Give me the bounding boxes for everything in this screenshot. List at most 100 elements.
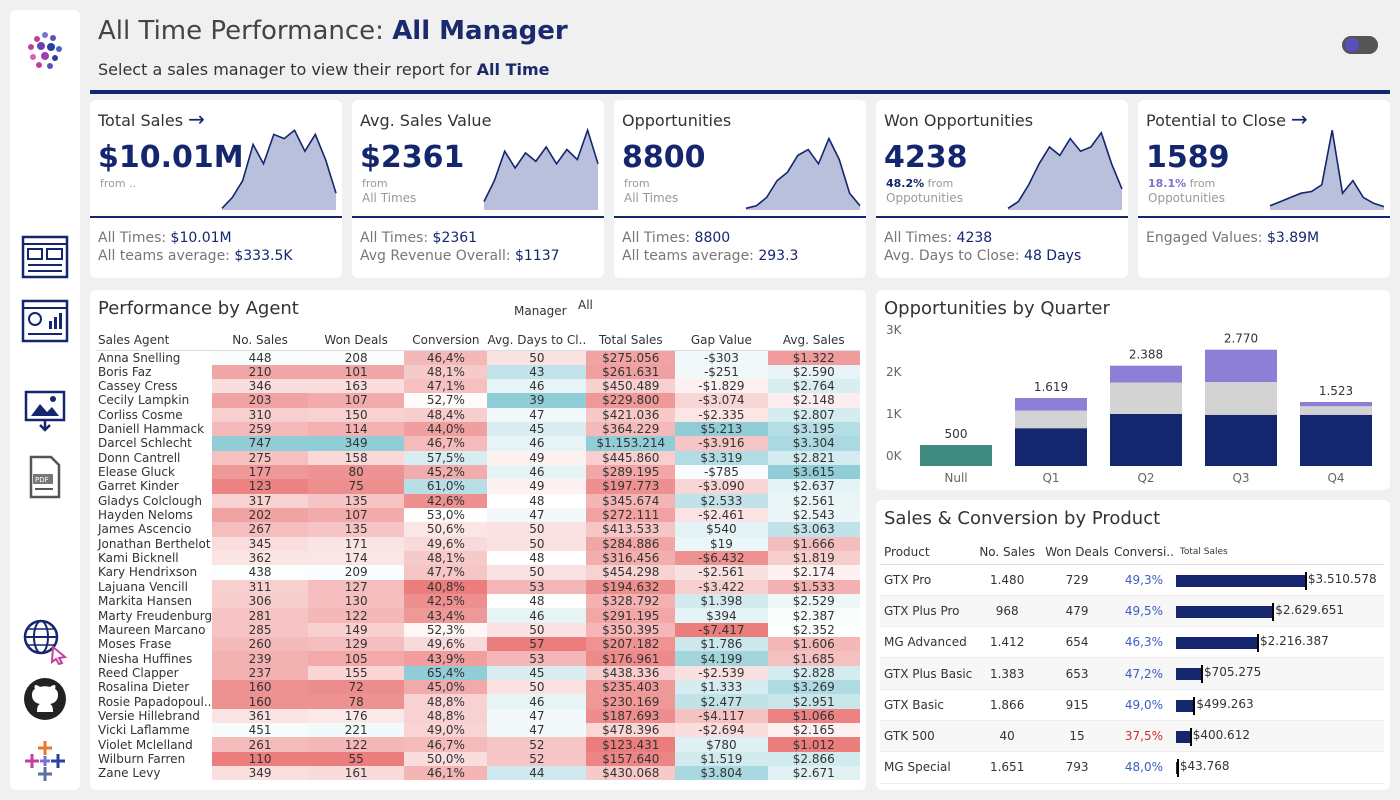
product-total-bar[interactable] bbox=[1175, 602, 1275, 621]
kpi-card: Total Sales → $10.01M from .. All Times:… bbox=[90, 100, 342, 278]
table-row[interactable]: MG Special 1.651 793 48,0% $43.768 bbox=[880, 751, 1384, 784]
logo-icon[interactable] bbox=[20, 26, 70, 76]
product-total-bar[interactable] bbox=[1175, 634, 1259, 653]
agent-name: Anna Snelling bbox=[98, 350, 181, 365]
table-row[interactable]: Daniell Hammack 259 114 44,0% 45 $364.229 $5.2… bbox=[96, 421, 860, 437]
product-total-bar[interactable] bbox=[1175, 727, 1192, 746]
bar-segment[interactable] bbox=[1300, 414, 1372, 466]
table-row[interactable]: Elease Gluck 177 80 45,2% 46 $289.195 -$785 $3.… bbox=[96, 464, 860, 480]
table-row[interactable]: Anna Snelling 448 208 46,4% 50 $275.056 -$303 $… bbox=[96, 350, 860, 365]
column-header[interactable]: Conversion bbox=[404, 330, 488, 351]
table-row[interactable]: Garret Kinder 123 75 61,0% 49 $197.773 -$3.090… bbox=[96, 479, 860, 494]
table-row[interactable]: MG Advanced 1.412 654 46,3% $2.216.387 bbox=[880, 626, 1384, 659]
dashboard-icon[interactable] bbox=[20, 232, 70, 282]
product-table: Product No. Sales Won Deals Conversi.. Total… bbox=[880, 540, 1384, 784]
table-row[interactable]: Wilburn Farren 110 55 50,0% 52 $157.640 $1.519… bbox=[96, 751, 860, 767]
bar-segment[interactable] bbox=[1205, 414, 1277, 466]
arrow-right-icon[interactable]: → bbox=[188, 107, 205, 131]
product-total-bar[interactable] bbox=[1175, 696, 1196, 715]
product-name: GTX Pro bbox=[880, 564, 973, 596]
product-total-bar[interactable] bbox=[1175, 759, 1179, 778]
table-row[interactable]: Hayden Neloms 202 107 53,0% 47 $272.111 -$2.46… bbox=[96, 507, 860, 523]
table-row[interactable]: Cassey Cress 346 163 47,1% 46 $450.489 -$1.829… bbox=[96, 378, 860, 394]
table-row[interactable]: Zane Levy 349 161 46,1% 44 $430.068 $3.804 $2.6… bbox=[96, 766, 860, 781]
web-icon[interactable] bbox=[20, 616, 70, 666]
column-header[interactable]: Product bbox=[880, 540, 973, 565]
table-row[interactable]: GTX Plus Pro 968 479 49,5% $2.629.651 bbox=[880, 595, 1384, 628]
table-row[interactable]: Reed Clapper 237 155 65,4% 45 $438.336 -$2.539… bbox=[96, 665, 860, 681]
pdf-icon[interactable]: PDF bbox=[20, 452, 70, 502]
table-row[interactable]: Violet Mclelland 261 122 46,7% 52 $123.431 $78… bbox=[96, 737, 860, 752]
table-cell: $123.431 bbox=[586, 737, 676, 752]
column-header[interactable]: Total Sales bbox=[1175, 540, 1384, 565]
bar-segment[interactable] bbox=[1300, 406, 1372, 415]
table-row[interactable]: Lajuana Vencill 311 127 40,8% 53 $194.632 -$3.… bbox=[96, 579, 860, 594]
table-row[interactable]: Jonathan Berthelot 345 171 49,6% 50 $284.886 $… bbox=[96, 536, 860, 551]
table-cell: $1.066 bbox=[767, 708, 860, 724]
table-cell: 49,6% bbox=[404, 637, 488, 652]
bar-segment[interactable] bbox=[1110, 382, 1182, 414]
table-row[interactable]: GTX Pro 1.480 729 49,3% $3.510.578 bbox=[880, 564, 1384, 596]
table-row[interactable]: GTX Plus Basic 1.383 653 47,2% $705.275 bbox=[880, 657, 1384, 690]
column-header[interactable]: Won Deals bbox=[308, 330, 405, 351]
y-tick-label: 0K bbox=[886, 449, 903, 463]
manager-filter-value[interactable]: All bbox=[578, 298, 593, 312]
column-header[interactable]: No. Sales bbox=[212, 330, 309, 351]
table-row[interactable]: Kami Bicknell 362 174 48,1% 48 $316.456 -$6.43… bbox=[96, 550, 860, 566]
table-row[interactable]: Cecily Lampkin 203 107 52,7% 39 $229.800 -$3.0… bbox=[96, 393, 860, 408]
table-cell: 48 bbox=[487, 594, 587, 609]
table-row[interactable]: Darcel Schlecht 747 349 46,7% 46 $1.153.214 -$… bbox=[96, 436, 860, 451]
table-row[interactable]: Boris Faz 210 101 48,1% 43 $261.631 -$251 $2.59… bbox=[96, 364, 860, 379]
product-total-bar[interactable] bbox=[1175, 665, 1203, 684]
title-prefix: All Time Performance: bbox=[98, 16, 393, 46]
column-header[interactable]: Total Sales bbox=[586, 330, 676, 351]
table-row[interactable]: Gladys Colclough 317 135 42,6% 48 $345.674 $2.… bbox=[96, 493, 860, 508]
tableau-icon[interactable] bbox=[20, 736, 70, 786]
table-row[interactable]: James Ascencio 267 135 50,6% 50 $413.533 $540 $… bbox=[96, 522, 860, 537]
table-row[interactable]: Rosie Papadopoul.. 160 78 48,8% 46 $230.169 $2… bbox=[96, 694, 860, 709]
column-header[interactable]: Avg. Sales bbox=[767, 330, 860, 351]
table-cell: 349 bbox=[308, 436, 405, 451]
column-header[interactable]: Sales Agent bbox=[96, 330, 213, 351]
github-icon[interactable] bbox=[20, 674, 70, 724]
bar-segment[interactable] bbox=[1300, 402, 1372, 407]
bar-segment[interactable] bbox=[1015, 410, 1087, 429]
table-row[interactable]: Niesha Huffines 239 105 43,9% 53 $176.961 $4.1… bbox=[96, 651, 860, 666]
column-header[interactable]: No. Sales bbox=[972, 540, 1043, 565]
table-row[interactable]: Marty Freudenburg 281 122 43,4% 46 $291.195 $3… bbox=[96, 608, 860, 623]
bar-segment[interactable] bbox=[1015, 428, 1087, 466]
bar-segment[interactable] bbox=[920, 445, 992, 466]
table-row[interactable]: Markita Hansen 306 130 42,5% 48 $328.792 $1.39… bbox=[96, 594, 860, 609]
analytics-icon[interactable] bbox=[20, 296, 70, 346]
table-row[interactable]: Donn Cantrell 275 158 57,5% 49 $445.860 $3.319… bbox=[96, 450, 860, 465]
table-row[interactable]: GTX Basic 1.866 915 49,0% $499.263 bbox=[880, 689, 1384, 721]
bar-segment[interactable] bbox=[1110, 413, 1182, 466]
download-image-icon[interactable] bbox=[20, 386, 70, 436]
column-header[interactable]: Won Deals bbox=[1042, 540, 1112, 565]
bar-segment[interactable] bbox=[1015, 398, 1087, 411]
bar-end-marker bbox=[1304, 571, 1307, 590]
kpi-footer-label: Engaged Values: bbox=[1146, 230, 1267, 246]
table-row[interactable]: Maureen Marcano 285 149 52,3% 50 $350.395 -$7.… bbox=[96, 622, 860, 638]
bar-segment[interactable] bbox=[1205, 349, 1277, 382]
table-row[interactable]: GTK 500 40 15 37,5% $400.612 bbox=[880, 720, 1384, 753]
theme-toggle[interactable] bbox=[1342, 36, 1378, 54]
table-cell: 50,6% bbox=[404, 522, 488, 537]
product-total-bar[interactable] bbox=[1175, 571, 1307, 590]
table-row[interactable]: Moses Frase 260 129 49,6% 57 $207.182 $1.786 $1… bbox=[96, 637, 860, 652]
table-cell: $1.519 bbox=[675, 751, 768, 767]
table-cell: $1.153.214 bbox=[586, 436, 676, 451]
table-cell: 50 bbox=[487, 522, 587, 537]
table-row[interactable]: Versie Hillebrand 361 176 48,8% 47 $187.693 -$… bbox=[96, 708, 860, 724]
table-row[interactable]: Kary Hendrixson 438 209 47,7% 50 $454.298 -$2.… bbox=[96, 565, 860, 580]
column-header[interactable]: Gap Value bbox=[675, 330, 768, 351]
table-row[interactable]: Corliss Cosme 310 150 48,4% 47 $421.036 -$2.33… bbox=[96, 407, 860, 422]
table-row[interactable]: Rosalina Dieter 160 72 45,0% 50 $235.403 $1.33… bbox=[96, 680, 860, 695]
column-header[interactable]: Avg. Days to Cl.. bbox=[487, 330, 587, 351]
kpi-footer-label: All Times: bbox=[98, 230, 171, 246]
table-cell: 46 bbox=[487, 608, 587, 623]
column-header[interactable]: Conversi.. bbox=[1111, 540, 1176, 565]
bar-segment[interactable] bbox=[1110, 365, 1182, 383]
table-row[interactable]: Vicki Laflamme 451 221 49,0% 47 $478.396 -$2.6… bbox=[96, 723, 860, 738]
bar-segment[interactable] bbox=[1205, 382, 1277, 415]
